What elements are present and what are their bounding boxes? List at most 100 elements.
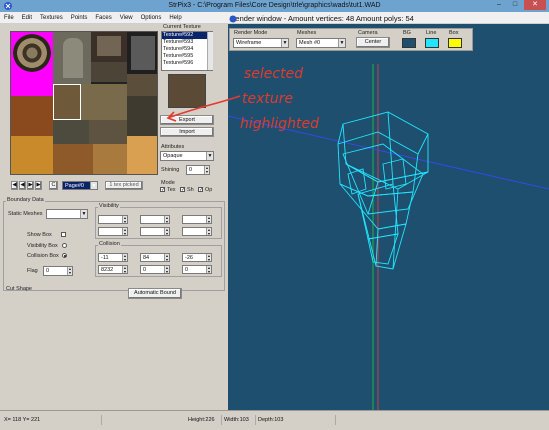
chevron-down-icon[interactable]: ▼ (80, 210, 87, 218)
visibility-field[interactable]: ▲ ▼ (182, 227, 212, 236)
spin-arrows-icon[interactable]: ▲ ▼ (206, 216, 211, 223)
minimize-icon[interactable]: – (492, 0, 506, 10)
render-mode-select[interactable]: Wireframe ▼ (233, 38, 289, 48)
center-button[interactable]: Center (356, 37, 390, 48)
collision-field[interactable]: 0 ▲ ▼ (140, 265, 170, 274)
texture-tile[interactable] (11, 96, 53, 136)
menu-faces[interactable]: Faces (95, 12, 111, 23)
list-item[interactable]: Texture#594 (162, 46, 212, 53)
mode-op-checkbox[interactable]: ✓ (198, 187, 203, 193)
menu-help[interactable]: Help (169, 12, 181, 23)
bg-color-swatch[interactable] (402, 38, 416, 48)
import-button[interactable]: Import (160, 127, 214, 137)
texture-tile[interactable] (131, 36, 155, 70)
tex-picked-button[interactable]: 1 tex picked (105, 181, 143, 190)
spin-arrows-icon[interactable]: ▲ ▼ (206, 254, 211, 261)
selected-texture-highlight[interactable] (53, 84, 81, 120)
spin-arrows-icon[interactable]: ▲ ▼ (164, 228, 169, 235)
collision-field[interactable]: -11 ▲ ▼ (98, 253, 128, 262)
flag-value: 0 (46, 268, 50, 274)
visibility-label: Visibility (98, 203, 120, 209)
visibility-field[interactable]: ▲ ▼ (98, 215, 128, 224)
texture-tile[interactable] (93, 144, 127, 174)
spin-arrows-icon[interactable]: ▲ ▼ (67, 267, 72, 275)
chevron-down-icon[interactable]: ▼ (90, 182, 97, 189)
texture-tile[interactable] (127, 96, 157, 136)
static-meshes-select[interactable]: ▼ (46, 209, 88, 219)
texture-tile[interactable] (53, 120, 89, 144)
visibility-field[interactable]: ▲ ▼ (140, 227, 170, 236)
texture-tile[interactable] (81, 84, 127, 120)
menu-textures[interactable]: Textures (40, 12, 63, 23)
texture-tile[interactable] (63, 38, 83, 78)
app-icon (4, 2, 12, 10)
boundary-label: Boundary Data (6, 197, 45, 203)
window-buttons: – □ ✕ (492, 0, 546, 11)
menu-view[interactable]: View (120, 12, 133, 23)
spin-arrows-icon[interactable]: ▲ ▼ (206, 228, 211, 235)
prev-page-icon[interactable]: ◀ (19, 181, 26, 190)
automatic-bound-button[interactable]: Automatic Bound (128, 288, 182, 299)
visibility-field[interactable]: ▲ ▼ (140, 215, 170, 224)
collision-field[interactable]: 0 ▲ ▼ (182, 265, 212, 274)
texture-tile[interactable] (97, 36, 121, 56)
menu-options[interactable]: Options (141, 12, 162, 23)
visibility-field[interactable]: ▲ ▼ (98, 227, 128, 236)
next-page-icon[interactable]: ▶ (27, 181, 34, 190)
close-icon[interactable]: ✕ (524, 0, 546, 10)
mode-tex-checkbox[interactable]: ✓ (160, 187, 165, 193)
texture-tile[interactable] (11, 74, 53, 96)
show-box-checkbox[interactable] (61, 232, 66, 237)
spin-arrows-icon[interactable]: ▲ ▼ (164, 216, 169, 223)
wireframe-model[interactable] (227, 24, 549, 410)
texture-tile[interactable] (91, 62, 127, 82)
visibility-field[interactable]: ▲ ▼ (182, 215, 212, 224)
maximize-icon[interactable]: □ (508, 0, 522, 10)
texture-page-canvas[interactable] (10, 31, 158, 175)
export-button[interactable]: Export (160, 115, 214, 125)
spin-arrows-icon[interactable]: ▲ ▼ (122, 216, 127, 223)
spin-arrows-icon[interactable]: ▲ ▼ (164, 254, 169, 261)
spin-arrows-icon[interactable]: ▲ ▼ (122, 266, 127, 273)
texture-tile[interactable] (13, 34, 51, 72)
texture-tile[interactable] (89, 120, 127, 144)
shining-stepper[interactable]: 0 ▲ ▼ (186, 165, 210, 175)
list-item[interactable]: Texture#595 (162, 53, 212, 60)
menu-points[interactable]: Points (71, 12, 88, 23)
last-page-icon[interactable]: ▶ (35, 181, 42, 190)
box-color-swatch[interactable] (448, 38, 462, 48)
spin-arrows-icon[interactable]: ▲ ▼ (122, 254, 127, 261)
texture-tile[interactable] (127, 136, 157, 174)
list-item[interactable]: Texture#592 (162, 32, 212, 39)
spin-arrows-icon[interactable]: ▲ ▼ (164, 266, 169, 273)
list-item[interactable]: Texture#596 (162, 60, 212, 67)
texture-tile[interactable] (11, 136, 53, 174)
chevron-down-icon[interactable]: ▼ (281, 39, 288, 47)
collision-box-radio[interactable] (62, 253, 67, 258)
visibility-box-radio[interactable] (62, 243, 67, 248)
collision-field[interactable]: 84 ▲ ▼ (140, 253, 170, 262)
chevron-down-icon[interactable]: ▼ (338, 39, 345, 47)
collision-field[interactable]: 8232 ▲ ▼ (98, 265, 128, 274)
page-select[interactable]: Page#0 ▼ (62, 181, 98, 190)
spin-arrows-icon[interactable]: ▲ ▼ (122, 228, 127, 235)
texture-tile[interactable] (53, 144, 93, 174)
collision-field[interactable]: -26 ▲ ▼ (182, 253, 212, 262)
menu-file[interactable]: File (4, 12, 14, 23)
spin-arrows-icon[interactable]: ▲ ▼ (204, 166, 209, 174)
chevron-down-icon[interactable]: ▼ (206, 152, 213, 160)
flag-stepper[interactable]: 0 ▲ ▼ (43, 266, 73, 276)
render-viewport[interactable] (227, 24, 549, 410)
page-c-button[interactable]: C (49, 181, 58, 190)
spin-arrows-icon[interactable]: ▲ ▼ (206, 266, 211, 273)
list-item[interactable]: Texture#593 (162, 39, 212, 46)
texture-list[interactable]: Texture#592 Texture#593 Texture#594 Text… (161, 31, 213, 71)
attributes-select[interactable]: Opaque ▼ (160, 151, 214, 161)
texture-tile[interactable] (127, 74, 157, 96)
first-page-icon[interactable]: ◀ (11, 181, 18, 190)
meshes-select[interactable]: Mesh #0 ▼ (296, 38, 346, 48)
menu-edit[interactable]: Edit (22, 12, 32, 23)
texture-list-scrollbar[interactable] (207, 32, 213, 70)
mode-sh-checkbox[interactable]: ✓ (180, 187, 185, 193)
line-color-swatch[interactable] (425, 38, 439, 48)
